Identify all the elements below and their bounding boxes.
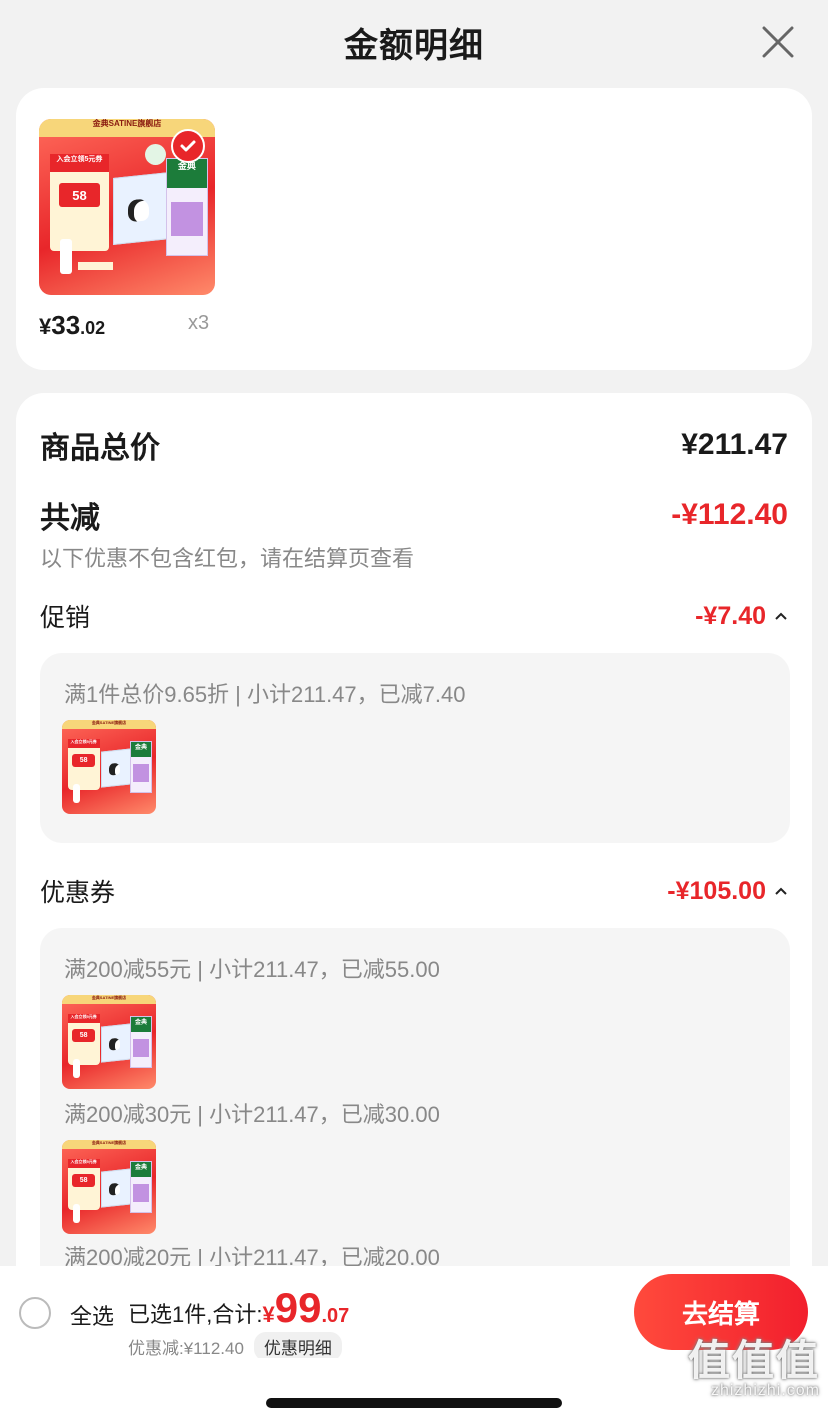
product-quantity: x3 xyxy=(188,312,210,334)
total-reduce-value: -¥112.40 xyxy=(671,498,788,531)
coupon-product-thumbnail[interactable]: 金典SATINE旗舰店 入会立领5元券 58 金典 xyxy=(62,1140,156,1234)
discount-detail-button[interactable]: 优惠明细 xyxy=(253,1332,342,1361)
discount-note: 以下优惠不包含红包，请在结算页查看 xyxy=(40,546,415,571)
close-button[interactable] xyxy=(758,22,798,62)
close-icon[interactable] xyxy=(758,22,798,62)
order-total-int: 99 xyxy=(274,1284,322,1331)
total-price-label: 商品总价 xyxy=(40,432,160,465)
promotion-detail-box: 满1件总价9.65折 | 小计211.47，已减7.40 金典SATINE旗舰店… xyxy=(40,653,790,843)
order-summary: 已选1件,合计: ¥ 99 .07 xyxy=(128,1284,350,1331)
promotion-amount: -¥7.40 xyxy=(695,601,766,630)
select-all-label[interactable]: 全选 xyxy=(70,1299,114,1331)
promotion-label: 促销 xyxy=(40,604,91,632)
product-image[interactable]: 金典SATINE旗舰店 入会立领5元券 58 金典 xyxy=(39,119,215,295)
milk-box-graphic xyxy=(112,172,170,246)
coupon-label: 优惠券 xyxy=(40,879,116,907)
coupon-rule: 满200减30元 | 小计211.47，已减30.00 xyxy=(64,1102,440,1127)
chevron-up-icon[interactable] xyxy=(774,886,788,896)
milk-carton-graphic: 金典 xyxy=(165,157,208,257)
coupon-rule: 满200减55元 | 小计211.47，已减55.00 xyxy=(64,957,440,982)
page-title: 金额明细 xyxy=(344,26,484,65)
product-image-coupon: 入会立领5元券 58 xyxy=(49,154,110,251)
amount-detail-card: 商品总价 ¥211.47 共减 -¥112.40 以下优惠不包含红包，请在结算页… xyxy=(16,393,812,1328)
promotion-row[interactable]: 促销 -¥7.40 xyxy=(40,598,788,634)
coupon-amount: -¥105.00 xyxy=(667,876,766,905)
watermark: 值值值 zhizhizhi.com xyxy=(687,1337,820,1400)
check-icon xyxy=(180,140,196,152)
product-price: ¥33.02 xyxy=(39,310,106,340)
select-all-radio[interactable] xyxy=(19,1297,51,1329)
total-reduce-label: 共减 xyxy=(40,502,100,535)
coupon-product-thumbnail[interactable]: 金典SATINE旗舰店 入会立领5元券 58 金典 xyxy=(62,995,156,1089)
discount-summary: 优惠减:¥112.40 优惠明细 xyxy=(128,1332,342,1361)
chevron-up-icon[interactable] xyxy=(774,611,788,621)
product-card: 金典SATINE旗舰店 入会立领5元券 58 金典 ¥33.02 x3 xyxy=(16,88,812,370)
modal-header: 金额明细 xyxy=(0,0,828,84)
total-price-row: 商品总价 ¥211.47 xyxy=(40,423,788,467)
selected-check-badge[interactable] xyxy=(171,129,205,163)
order-total-dec: .07 xyxy=(321,1305,350,1327)
promotion-product-thumbnail[interactable]: 金典SATINE旗舰店 入会立领5元券 58 金典 xyxy=(62,720,156,814)
promotion-rule: 满1件总价9.65折 | 小计211.47，已减7.40 xyxy=(64,682,466,707)
total-price-value: ¥211.47 xyxy=(681,428,788,461)
home-indicator[interactable] xyxy=(266,1398,562,1408)
total-reduce-row: 共减 -¥112.40 xyxy=(40,493,788,537)
coupon-row[interactable]: 优惠券 -¥105.00 xyxy=(40,873,788,909)
